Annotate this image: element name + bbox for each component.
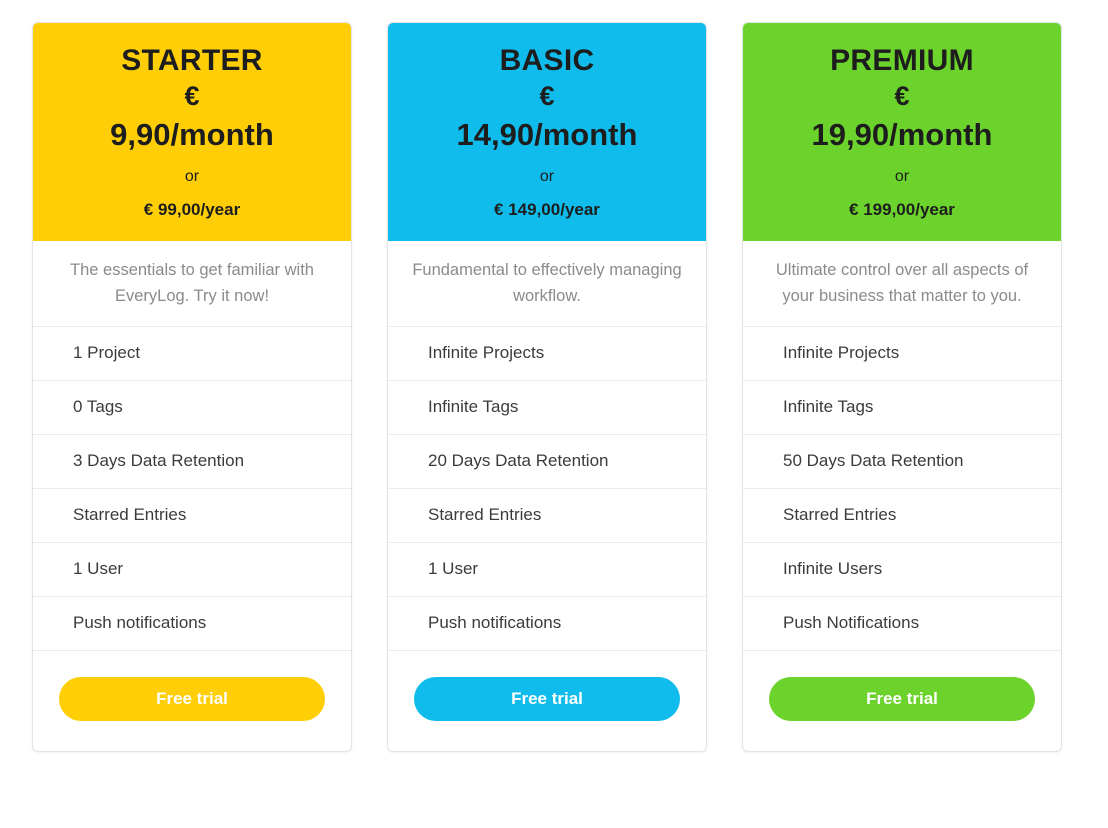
list-item: Push Notifications [743,597,1061,651]
plan-currency-symbol: € [539,81,555,112]
plan-description: Ultimate control over all aspects of you… [743,241,1061,327]
plan-or-label: or [894,167,910,185]
list-item: Push notifications [33,597,351,651]
plan-card-starter: STARTER € 9,90/month or € 99,00/year The… [32,22,352,752]
plan-name: STARTER [121,44,263,77]
plan-yearly-price: € 149,00/year [494,199,600,219]
plan-feature-list: Infinite Projects Infinite Tags 50 Days … [743,327,1061,651]
plan-or-label: or [184,167,200,185]
plan-feature-list: 1 Project 0 Tags 3 Days Data Retention S… [33,327,351,651]
list-item: 50 Days Data Retention [743,435,1061,489]
list-item: Infinite Projects [388,327,706,381]
plan-name: BASIC [499,44,595,77]
list-item: Push notifications [388,597,706,651]
plan-name: PREMIUM [830,44,974,77]
list-item: Infinite Projects [743,327,1061,381]
plan-card-premium: PREMIUM € 19,90/month or € 199,00/year U… [742,22,1062,752]
plan-feature-list: Infinite Projects Infinite Tags 20 Days … [388,327,706,651]
list-item: 3 Days Data Retention [33,435,351,489]
plan-description: Fundamental to effectively managing work… [388,241,706,327]
plan-monthly-price: 14,90/month [456,117,638,153]
plan-description: The essentials to get familiar with Ever… [33,241,351,327]
list-item: 1 User [33,543,351,597]
list-item: 0 Tags [33,381,351,435]
list-item: 20 Days Data Retention [388,435,706,489]
list-item: 1 User [388,543,706,597]
plan-or-label: or [539,167,555,185]
free-trial-button-premium[interactable]: Free trial [769,676,1035,721]
list-item: Starred Entries [388,489,706,543]
list-item: 1 Project [33,327,351,381]
list-item: Infinite Users [743,543,1061,597]
free-trial-button-starter[interactable]: Free trial [59,676,325,721]
list-item: Starred Entries [33,489,351,543]
list-item: Starred Entries [743,489,1061,543]
plan-cta-area: Free trial [33,651,351,751]
plan-currency-symbol: € [184,81,200,112]
pricing-table: STARTER € 9,90/month or € 99,00/year The… [0,0,1108,828]
plan-yearly-price: € 99,00/year [143,199,241,219]
free-trial-button-basic[interactable]: Free trial [414,676,680,721]
plan-cta-area: Free trial [388,651,706,751]
list-item: Infinite Tags [388,381,706,435]
list-item: Infinite Tags [743,381,1061,435]
plan-cta-area: Free trial [743,651,1061,751]
plan-header-basic: BASIC € 14,90/month or € 149,00/year [388,23,706,241]
plan-card-basic: BASIC € 14,90/month or € 149,00/year Fun… [387,22,707,752]
plan-monthly-price: 19,90/month [811,117,993,153]
plan-monthly-price: 9,90/month [110,117,274,153]
plan-header-premium: PREMIUM € 19,90/month or € 199,00/year [743,23,1061,241]
plan-yearly-price: € 199,00/year [849,199,955,219]
plan-header-starter: STARTER € 9,90/month or € 99,00/year [33,23,351,241]
plan-currency-symbol: € [894,81,910,112]
